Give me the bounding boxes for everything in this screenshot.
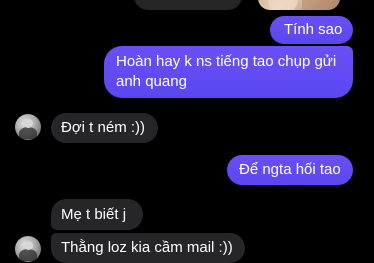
received-message-bubble[interactable]: Đợi t ném :)) — [51, 113, 158, 143]
message-text: Để ngta hối tao — [239, 161, 341, 178]
avatar-shape — [19, 249, 37, 261]
avatar-shape — [24, 119, 33, 128]
message-thread: Tính sao Hoàn hay k ns tiếng tao chụp gử… — [0, 0, 374, 263]
photo-detail — [268, 0, 298, 10]
sent-message-bubble[interactable]: Để ngta hối tao — [227, 155, 353, 185]
received-message-bubble-partial[interactable] — [134, 0, 242, 10]
photo-detail — [302, 0, 340, 10]
photo-message-partial[interactable] — [258, 0, 340, 10]
received-message-bubble[interactable]: Thằng loz kia cầm mail :)) — [51, 233, 245, 263]
contact-avatar[interactable] — [15, 236, 41, 262]
message-text: Đợi t ném :)) — [61, 119, 146, 136]
received-message-bubble[interactable]: Mẹ t biết j — [51, 199, 143, 230]
sent-message-bubble[interactable]: Tính sao — [270, 16, 353, 44]
message-text: Tính sao — [284, 21, 343, 38]
avatar-shape — [24, 241, 33, 250]
avatar-shape — [19, 127, 37, 139]
sent-message-bubble[interactable]: Hoàn hay k ns tiếng tao chụp gửi anh qua… — [104, 46, 353, 98]
message-text: Mẹ t biết j — [61, 206, 127, 223]
message-text: Hoàn hay k ns tiếng tao chụp gửi anh qua… — [116, 53, 337, 90]
message-text: Thằng loz kia cầm mail :)) — [61, 239, 233, 256]
contact-avatar[interactable] — [15, 114, 41, 140]
